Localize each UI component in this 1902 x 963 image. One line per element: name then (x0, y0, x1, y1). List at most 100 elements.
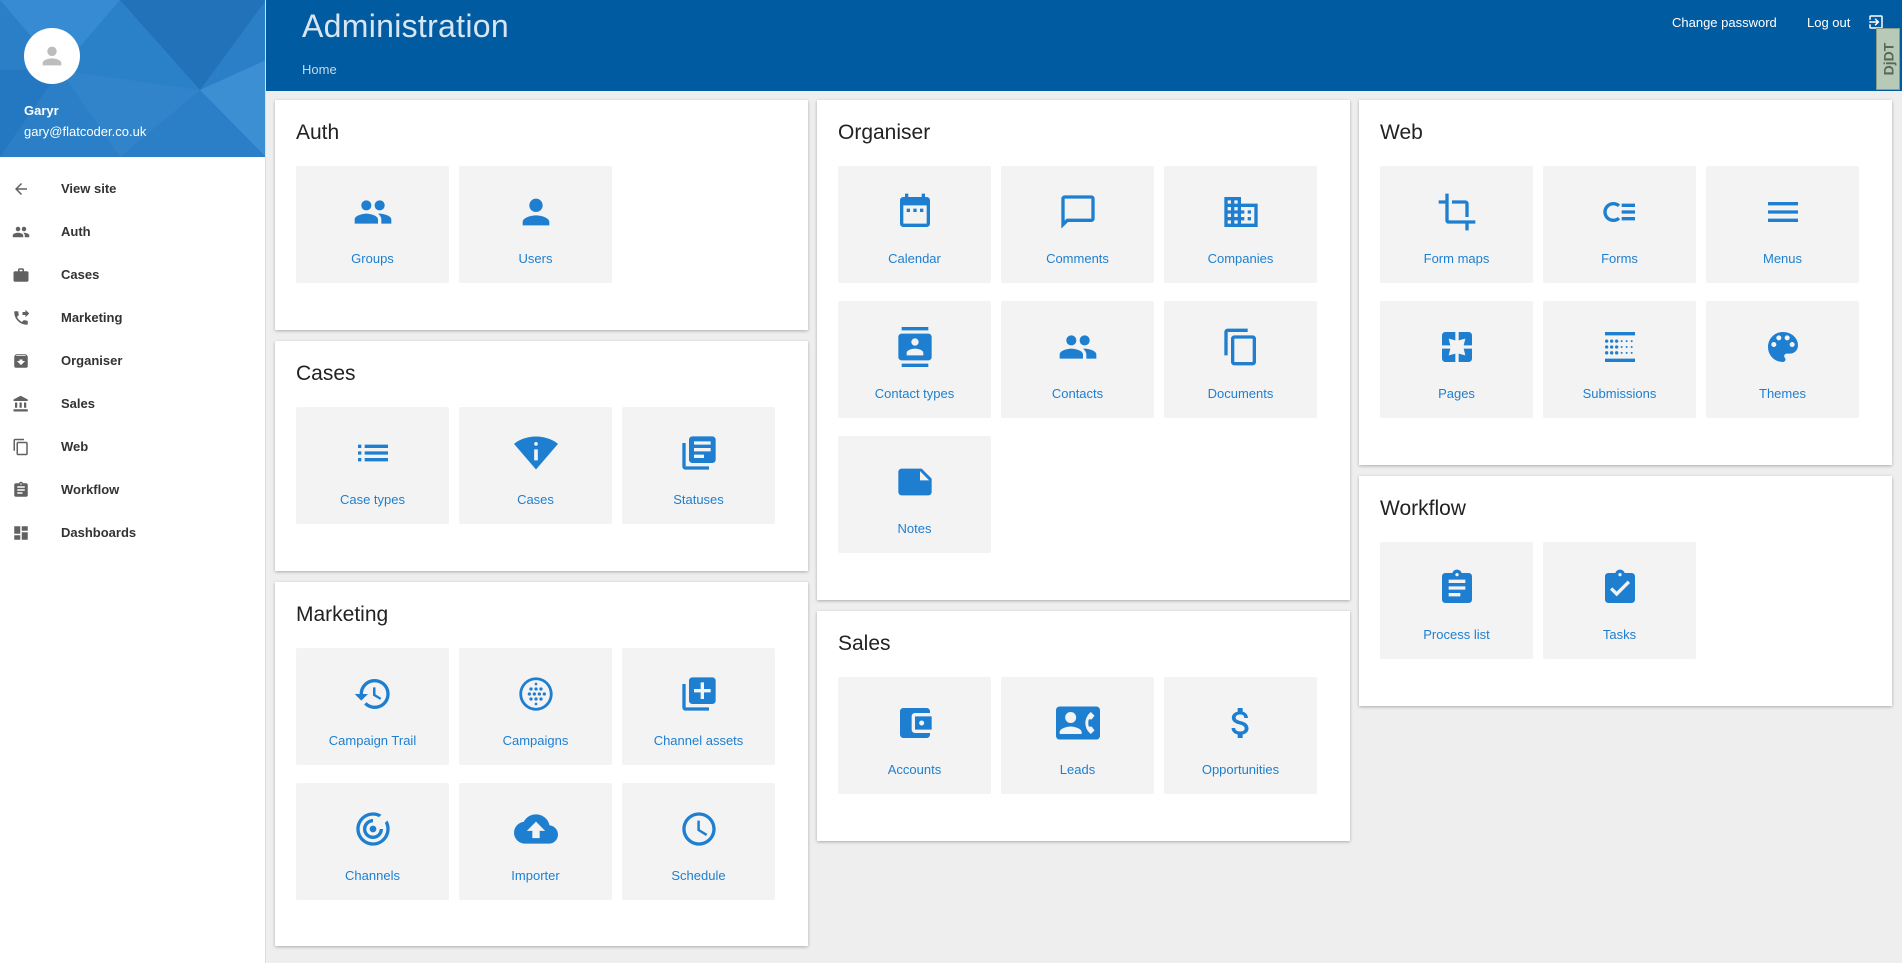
tile-documents[interactable]: Documents (1164, 301, 1317, 418)
tile-label: Campaign Trail (328, 733, 417, 748)
tile-calendar[interactable]: Calendar (838, 166, 991, 283)
logout-link[interactable]: Log out (1807, 15, 1850, 30)
submissions-icon (1604, 332, 1635, 362)
tile-label: Leads (1059, 762, 1096, 777)
sidebar-item-organiser[interactable]: Organiser (0, 339, 265, 382)
tile-label: Accounts (887, 762, 942, 777)
user-icon (522, 198, 549, 226)
dots-circle-icon (518, 677, 553, 711)
sidebar-item-workflow[interactable]: Workflow (0, 468, 265, 511)
tile-channels[interactable]: Channels (296, 783, 449, 900)
tile-label: Comments (1046, 251, 1109, 266)
tile-label: Campaigns (502, 733, 569, 748)
tile-label: Process list (1423, 627, 1490, 642)
sidebar-item-label: View site (61, 181, 117, 196)
tile-cases[interactable]: Cases (459, 407, 612, 524)
tile-leads[interactable]: Leads (1001, 677, 1154, 794)
marketing-card: Marketing Campaign Trail Campaigns Chann… (275, 582, 808, 946)
tile-label: Form maps (1423, 251, 1490, 266)
copy-icon (11, 437, 31, 457)
sidebar-item-label: Sales (61, 396, 95, 411)
person-icon (42, 46, 62, 66)
clock-icon (681, 812, 716, 846)
documents-icon (1223, 328, 1256, 366)
tile-grid: Campaign Trail Campaigns Channel assets … (296, 648, 775, 900)
avatar[interactable] (24, 28, 80, 84)
page-title: Administration (302, 8, 509, 44)
sidebar-item-web[interactable]: Web (0, 425, 265, 468)
profile-email: gary@flatcoder.co.uk (24, 124, 147, 139)
tile-accounts[interactable]: Accounts (838, 677, 991, 794)
dashboard-icon (11, 523, 31, 543)
sidebar-item-marketing[interactable]: Marketing (0, 296, 265, 339)
tile-companies[interactable]: Companies (1164, 166, 1317, 283)
sidebar-item-dashboards[interactable]: Dashboards (0, 511, 265, 554)
clipboard-icon (11, 480, 31, 500)
tile-groups[interactable]: Groups (296, 166, 449, 283)
sidebar-item-sales[interactable]: Sales (0, 382, 265, 425)
wallet-icon (899, 708, 932, 738)
tile-label: Channels (345, 868, 400, 883)
tile-pages[interactable]: Pages (1380, 301, 1533, 418)
sidebar-item-view-site[interactable]: View site (0, 167, 265, 210)
task-check-icon (1604, 569, 1635, 603)
tile-case-types[interactable]: Case types (296, 407, 449, 524)
organiser-card: Organiser Calendar Comments Companies Co… (817, 100, 1350, 600)
tile-channel-assets[interactable]: Channel assets (622, 648, 775, 765)
tile-label: Cases (517, 492, 554, 507)
tile-grid: Groups Users (296, 166, 775, 283)
tile-grid: Form maps Forms Menus Pages Submissions … (1380, 166, 1859, 418)
archive-icon (11, 351, 31, 371)
tile-label: Contacts (1051, 386, 1104, 401)
breadcrumb-home[interactable]: Home (302, 62, 337, 77)
tile-grid: Calendar Comments Companies Contact type… (838, 166, 1317, 553)
tile-forms[interactable]: Forms (1543, 166, 1696, 283)
tile-notes[interactable]: Notes (838, 436, 991, 553)
tile-label: Opportunities (1201, 762, 1280, 777)
tile-label: Forms (1601, 251, 1638, 266)
sidebar: Garyr gary@flatcoder.co.uk View site Aut… (0, 0, 266, 963)
tile-menus[interactable]: Menus (1706, 166, 1859, 283)
sidebar-item-cases[interactable]: Cases (0, 253, 265, 296)
building-icon (1223, 197, 1258, 227)
tile-schedule[interactable]: Schedule (622, 783, 775, 900)
tile-themes[interactable]: Themes (1706, 301, 1859, 418)
tile-label: Calendar (888, 251, 941, 266)
tile-grid: Process list Tasks (1380, 542, 1859, 659)
change-password-link[interactable]: Change password (1672, 15, 1777, 30)
debug-toolbar-handle[interactable]: DjDT (1876, 28, 1900, 90)
tile-campaigns[interactable]: Campaigns (459, 648, 612, 765)
tile-form-maps[interactable]: Form maps (1380, 166, 1533, 283)
card-title: Workflow (1380, 497, 1466, 520)
sidebar-nav: View site Auth Cases Marketing Organiser… (0, 157, 265, 554)
card-title: Cases (296, 362, 356, 385)
tile-importer[interactable]: Importer (459, 783, 612, 900)
tile-statuses[interactable]: Statuses (622, 407, 775, 524)
sidebar-item-label: Workflow (61, 482, 120, 497)
tile-campaign-trail[interactable]: Campaign Trail (296, 648, 449, 765)
tile-submissions[interactable]: Submissions (1543, 301, 1696, 418)
contact-phone-icon (1055, 706, 1100, 740)
library-add-icon (681, 677, 716, 711)
tile-label: Tasks (1602, 627, 1637, 642)
app-header: Administration Home Change password Log … (266, 0, 1902, 91)
debug-toolbar-label: DjDT (1880, 42, 1897, 76)
bank-icon (11, 394, 31, 414)
tile-contacts[interactable]: Contacts (1001, 301, 1154, 418)
tile-process-list[interactable]: Process list (1380, 542, 1533, 659)
sidebar-item-auth[interactable]: Auth (0, 210, 265, 253)
profile-name: Garyr (24, 103, 59, 118)
tile-label: Statuses (673, 492, 724, 507)
tile-tasks[interactable]: Tasks (1543, 542, 1696, 659)
tile-label: Notes (897, 521, 932, 536)
tile-comments[interactable]: Comments (1001, 166, 1154, 283)
tile-contact-types[interactable]: Contact types (838, 301, 991, 418)
menu-icon (1767, 202, 1798, 222)
tile-users[interactable]: Users (459, 166, 612, 283)
tile-opportunities[interactable]: Opportunities (1164, 677, 1317, 794)
people-icon (11, 222, 31, 242)
tile-label: Pages (1438, 386, 1475, 401)
list-icon (357, 444, 388, 462)
tile-label: Importer (511, 868, 560, 883)
tile-label: Groups (351, 251, 394, 266)
